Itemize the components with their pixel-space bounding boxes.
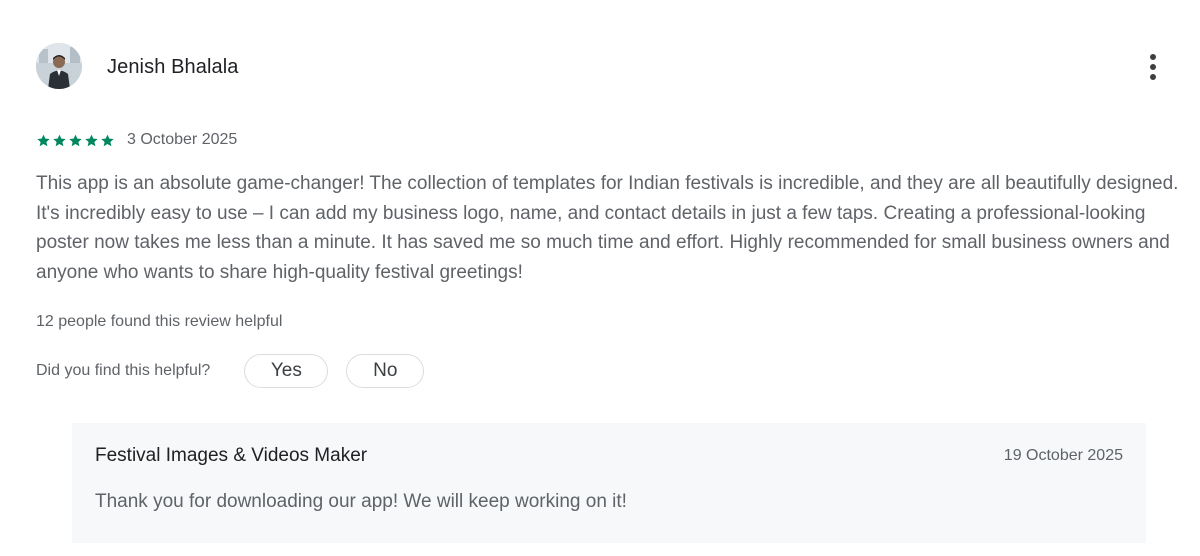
star-icon bbox=[53, 134, 66, 146]
review-header: Jenish Bhalala bbox=[36, 43, 1166, 91]
review-date: 3 October 2025 bbox=[127, 131, 238, 148]
reviewer-avatar bbox=[36, 43, 82, 89]
helpful-question: Did you find this helpful? bbox=[36, 362, 211, 379]
star-icon bbox=[85, 134, 98, 146]
more-options-button[interactable] bbox=[1138, 49, 1168, 85]
developer-reply: Festival Images & Videos Maker 19 Octobe… bbox=[72, 423, 1146, 543]
star-rating bbox=[36, 133, 115, 148]
helpful-feedback: Did you find this helpful? Yes No bbox=[36, 352, 425, 390]
review-meta: 3 October 2025 bbox=[36, 129, 237, 151]
star-icon bbox=[101, 134, 114, 146]
helpful-count: 12 people found this review helpful bbox=[36, 313, 283, 330]
avatar-image bbox=[36, 43, 82, 89]
star-icon bbox=[37, 134, 50, 146]
developer-name: Festival Images & Videos Maker bbox=[95, 445, 368, 466]
developer-reply-date: 19 October 2025 bbox=[1003, 447, 1123, 464]
review-card: Jenish Bhalala 3 October 2025 This app i… bbox=[0, 0, 1200, 556]
star-icon bbox=[69, 134, 82, 146]
review-text: This app is an absolute game-changer! Th… bbox=[36, 173, 1179, 283]
more-vertical-icon bbox=[1150, 54, 1156, 60]
no-button[interactable]: No bbox=[346, 354, 425, 388]
developer-reply-text: Thank you for downloading our app! We wi… bbox=[95, 491, 627, 512]
reviewer-name: Jenish Bhalala bbox=[107, 56, 239, 78]
yes-button[interactable]: Yes bbox=[244, 354, 329, 388]
